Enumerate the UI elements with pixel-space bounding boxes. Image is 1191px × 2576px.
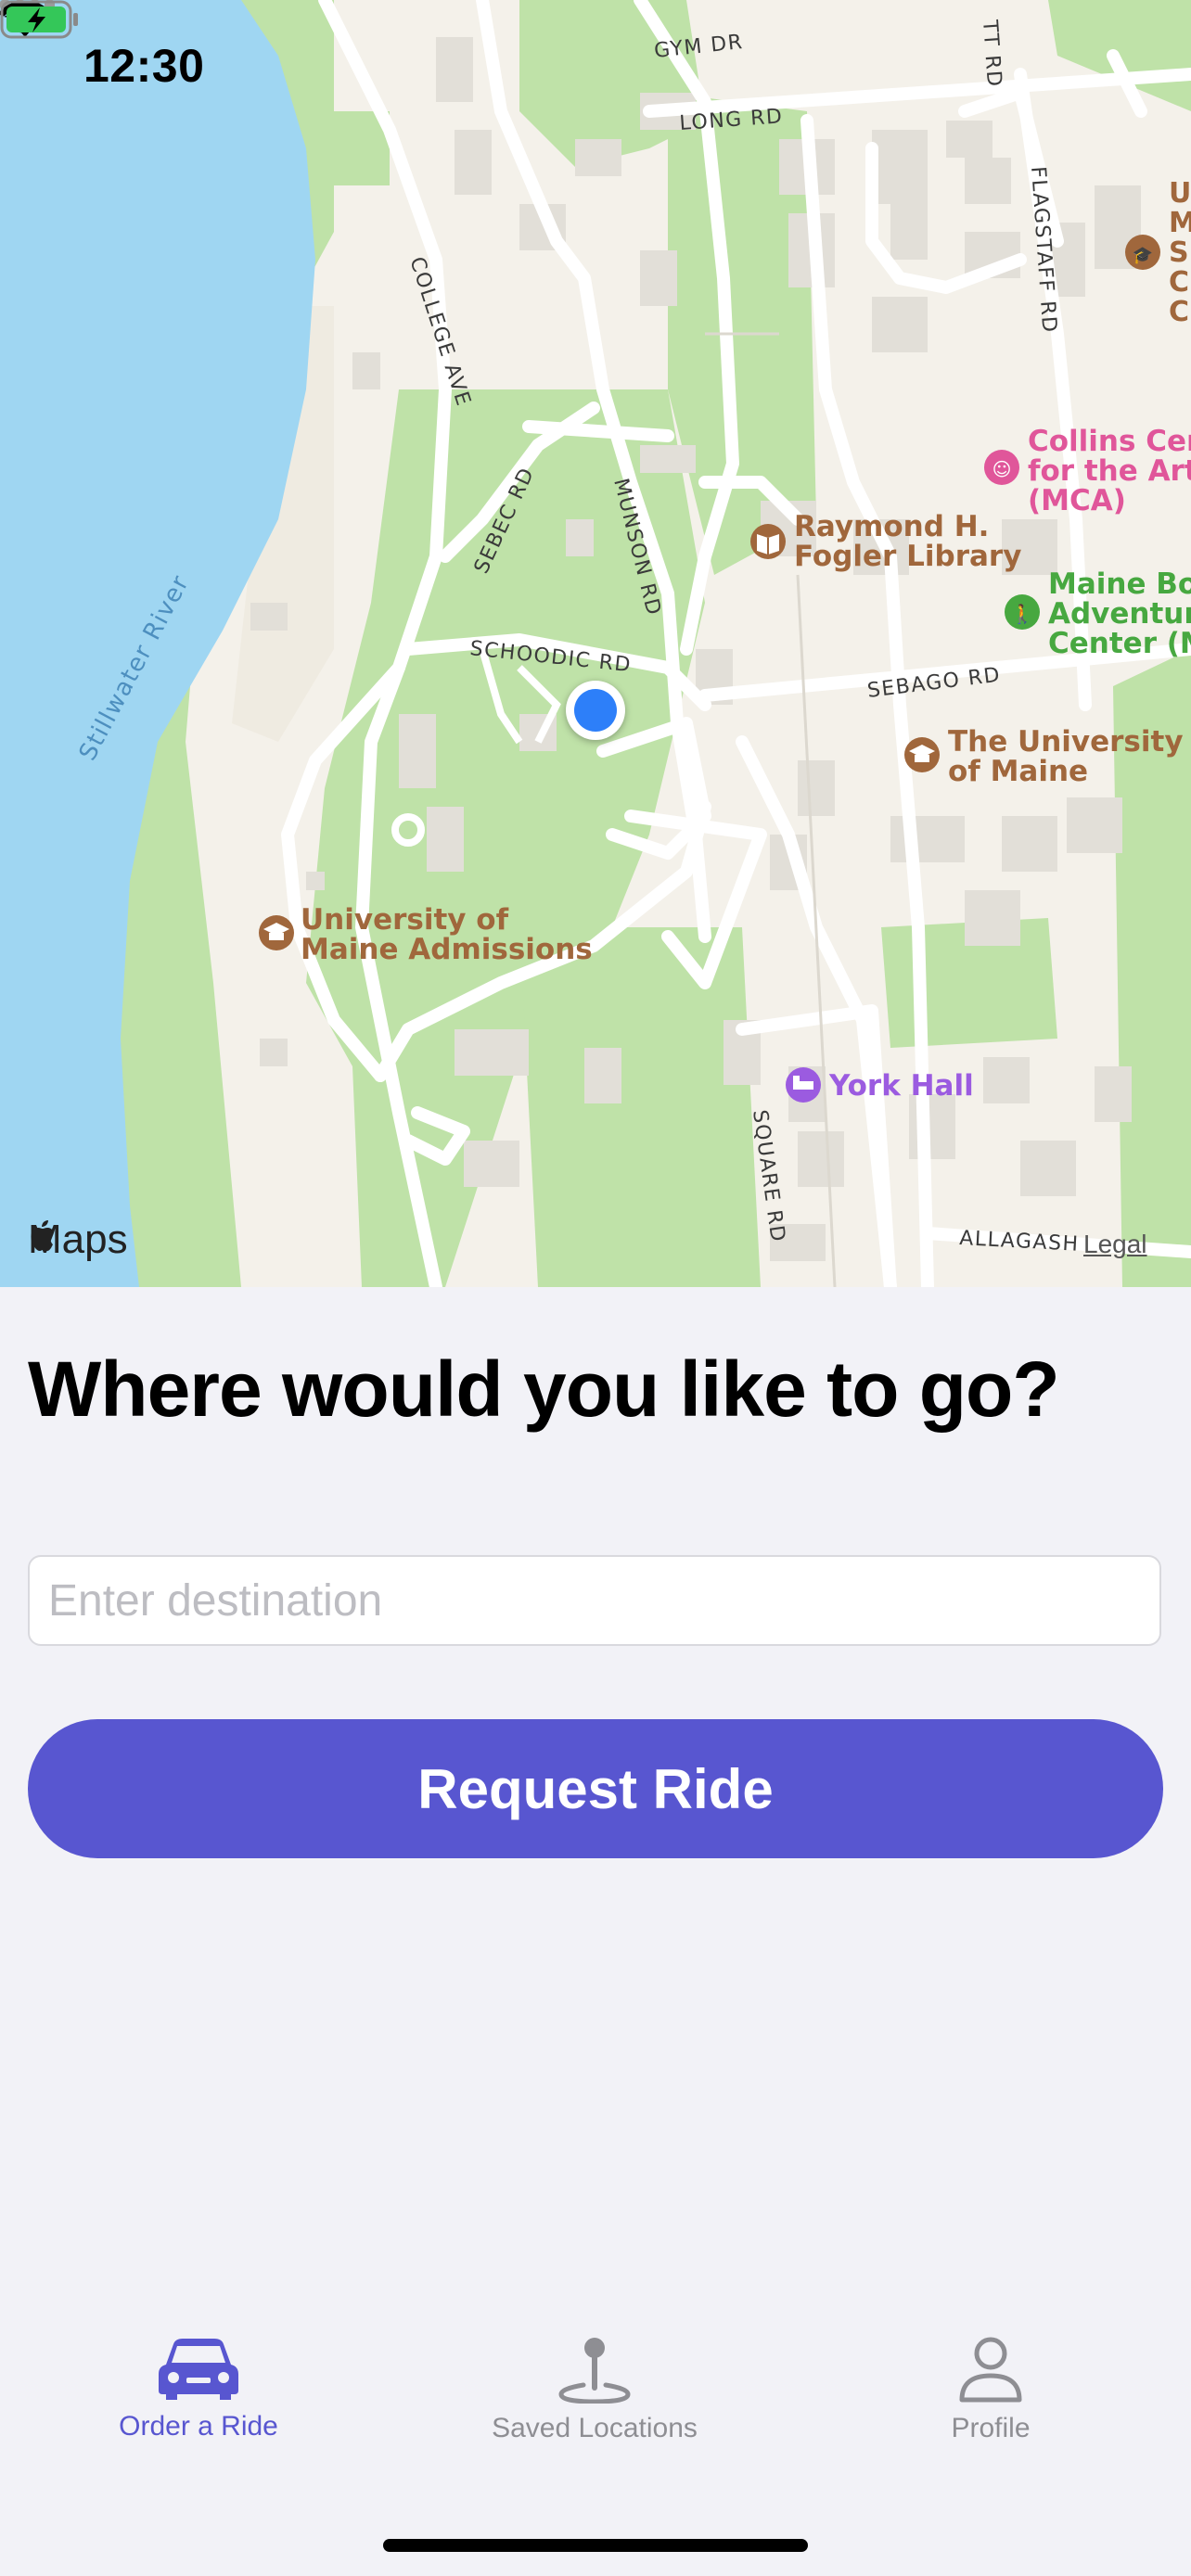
poi-label-line: York Hall [828,1069,974,1103]
tab-order-a-ride[interactable]: Order a Ride [59,2337,338,2485]
map-canvas[interactable]: GYM DR LONG RD COLLEGE AVE FLAGSTAFF RD … [0,0,1191,1287]
tab-label-saved-locations: Saved Locations [492,2413,698,2443]
user-location-dot[interactable] [566,681,625,740]
poi-label-line: U [1169,177,1191,210]
poi-label-line: University of [301,903,509,937]
street-label-flagstaff-rd: FLAGSTAFF RD [1026,166,1061,335]
poi-label-line: for the Arts [1028,454,1191,488]
apple-logo-icon [31,1220,53,1251]
apple-maps-attribution[interactable]: Maps [28,1217,128,1263]
poi-label-line: Adventure [1048,597,1191,631]
poi-maine-bound[interactable]: 🚶 Maine Bou Adventure Center (M [1005,567,1191,660]
battery-charging-icon [0,0,78,39]
poi-label-line: Center (M [1048,627,1191,660]
svg-text:☺: ☺ [992,458,1012,480]
poi-label-line: (MCA) [1028,484,1126,517]
page-title: Where would you like to go? [28,1345,1060,1433]
legal-link[interactable]: Legal [1083,1230,1147,1259]
tab-label-profile: Profile [951,2413,1031,2443]
tab-label-order-a-ride: Order a Ride [119,2411,278,2442]
svg-text:🎓: 🎓 [1133,246,1153,265]
poi-label-line: Raymond H. [794,510,989,543]
poi-label-line: Collins Cent [1028,425,1191,458]
map-view[interactable]: GYM DR LONG RD COLLEGE AVE FLAGSTAFF RD … [0,0,1191,1287]
poi-label-line: Fogler Library [794,540,1021,573]
poi-label-line: Maine Admissions [301,933,593,966]
status-time: 12:30 [83,40,205,92]
poi-label-line: C [1169,296,1189,328]
status-bar: 12:30 [0,0,1191,121]
poi-york-hall[interactable]: York Hall [786,1067,974,1103]
person-icon [959,2337,1022,2403]
poi-label-line: The University [948,725,1184,759]
tab-profile[interactable]: Profile [852,2337,1130,2485]
poi-label-line: of Maine [948,755,1088,788]
request-ride-button[interactable]: Request Ride [28,1719,1163,1858]
tab-saved-locations[interactable]: Saved Locations [455,2337,734,2485]
svg-text:🚶: 🚶 [1011,603,1034,625]
poi-label-line: S [1169,236,1189,269]
destination-input[interactable] [28,1555,1161,1646]
home-indicator[interactable] [383,2539,808,2552]
poi-label-line: Maine Bou [1048,567,1191,601]
map-pin-icon [558,2338,631,2404]
car-icon [159,2339,238,2400]
street-label-allagash: ALLAGASH [959,1227,1080,1256]
poi-label-line: M [1169,207,1191,239]
tab-bar: Order a Ride Saved Locations Profile [0,2337,1191,2485]
poi-label-line: C [1169,266,1189,299]
poi-collins-center[interactable]: ☺ Collins Cent for the Arts (MCA) [984,425,1191,517]
